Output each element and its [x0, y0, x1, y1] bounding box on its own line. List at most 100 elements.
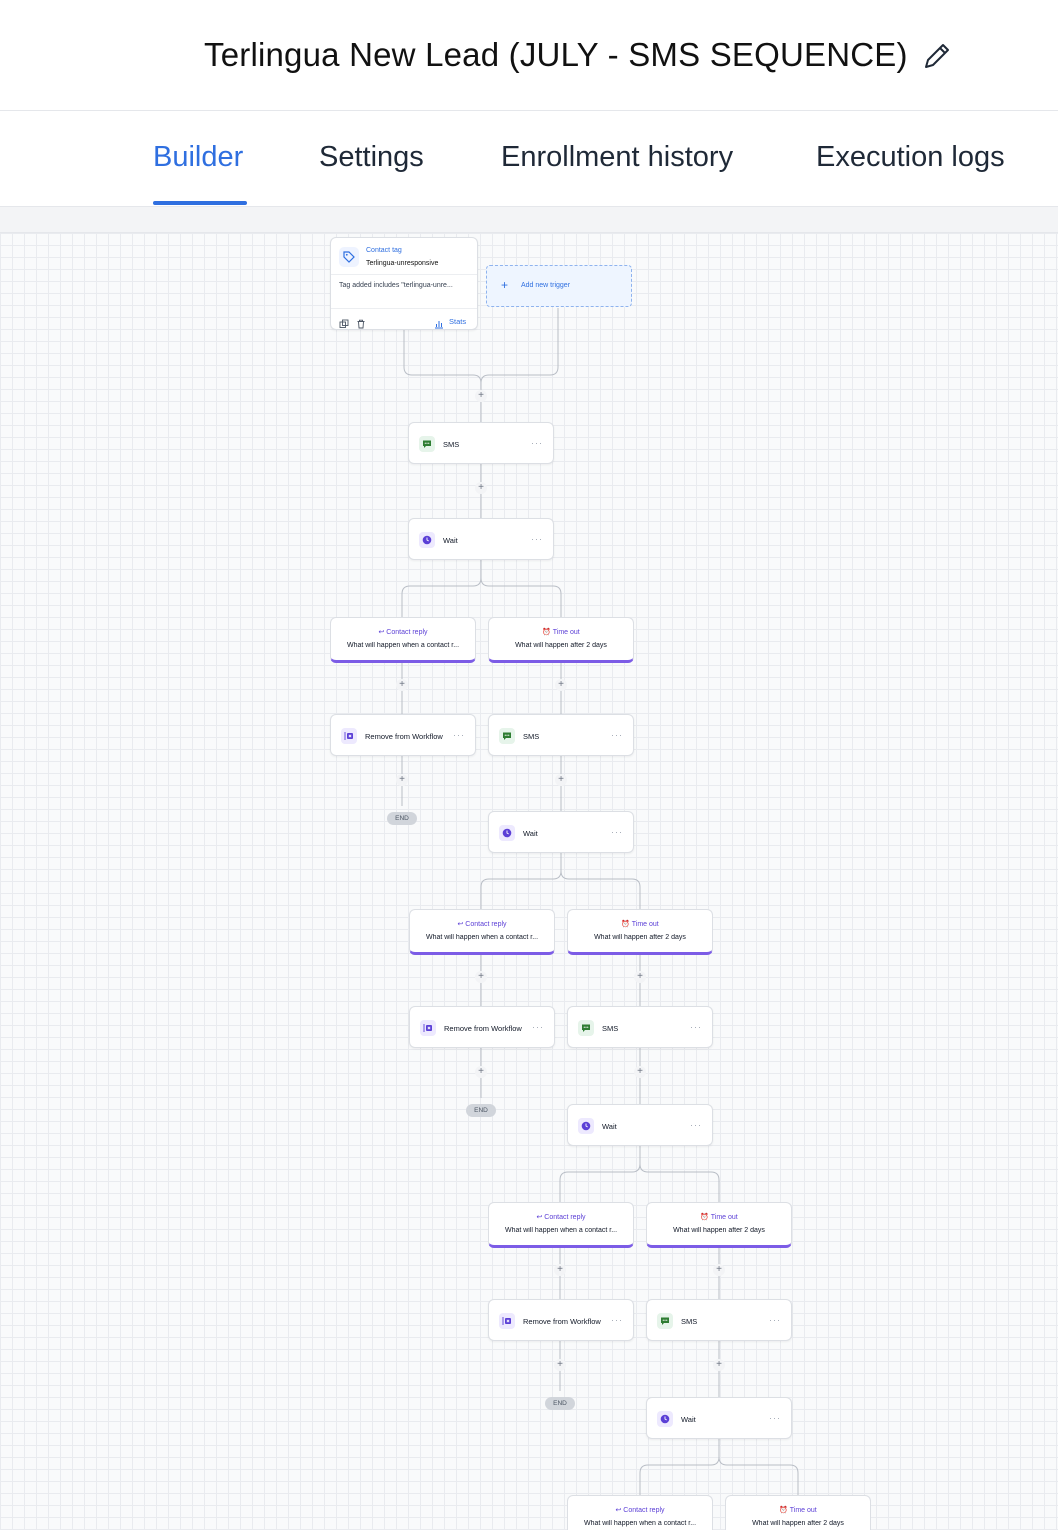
branch-time-out[interactable]: ⏰ Time out What will happen after 2 days: [646, 1202, 792, 1248]
more-options-icon[interactable]: ···: [690, 1120, 702, 1130]
clock-icon: [499, 825, 515, 841]
action-remove-from-workflow[interactable]: Remove from Workflow ···: [330, 714, 476, 756]
branch-title: ↩ Contact reply: [378, 629, 428, 636]
branch-description: What will happen when a contact r...: [583, 1520, 697, 1527]
stats-link[interactable]: Stats: [449, 317, 466, 326]
add-step-plus[interactable]: +: [475, 1066, 487, 1078]
add-step-plus[interactable]: +: [713, 1359, 725, 1371]
end-marker: END: [545, 1397, 575, 1410]
action-sms[interactable]: SMS ···: [646, 1299, 792, 1341]
remove-workflow-icon: [420, 1020, 436, 1036]
alarm-clock-icon: ⏰: [779, 1507, 790, 1514]
alarm-clock-icon: ⏰: [542, 629, 553, 636]
action-sms[interactable]: SMS ···: [567, 1006, 713, 1048]
action-remove-from-workflow[interactable]: Remove from Workflow ···: [488, 1299, 634, 1341]
action-label: Remove from Workflow: [523, 1317, 601, 1326]
trigger-divider-bottom: [331, 308, 477, 309]
action-label: Remove from Workflow: [444, 1024, 522, 1033]
sms-icon: [578, 1020, 594, 1036]
more-options-icon[interactable]: ···: [611, 1315, 623, 1325]
stats-icon[interactable]: [434, 316, 444, 329]
workflow-header: Terlingua New Lead (JULY - SMS SEQUENCE): [0, 0, 1058, 111]
more-options-icon[interactable]: ···: [531, 534, 543, 544]
branch-contact-reply[interactable]: ↩ Contact reply What will happen when a …: [567, 1495, 713, 1530]
more-options-icon[interactable]: ···: [611, 827, 623, 837]
add-trigger-label: Add new trigger: [521, 282, 571, 289]
sms-icon: [657, 1313, 673, 1329]
end-marker: END: [387, 812, 417, 825]
active-tab-indicator: [153, 201, 247, 205]
tag-icon: [339, 247, 359, 267]
remove-workflow-icon: [341, 728, 357, 744]
add-step-plus[interactable]: +: [475, 482, 487, 494]
branch-description: What will happen when a contact r...: [425, 934, 539, 941]
add-step-plus[interactable]: +: [713, 1264, 725, 1276]
branch-title: ↩ Contact reply: [615, 1507, 665, 1514]
add-step-plus[interactable]: +: [634, 1066, 646, 1078]
add-step-plus[interactable]: +: [396, 774, 408, 786]
tab-bar: Builder Settings Enrollment history Exec…: [0, 111, 1058, 207]
tab-execution-logs[interactable]: Execution logs: [816, 141, 1005, 174]
add-step-plus[interactable]: +: [396, 679, 408, 691]
alarm-clock-icon: ⏰: [621, 921, 632, 928]
tab-enrollment-history[interactable]: Enrollment history: [501, 141, 733, 174]
branch-contact-reply[interactable]: ↩ Contact reply What will happen when a …: [409, 909, 555, 955]
more-options-icon[interactable]: ···: [611, 730, 623, 740]
branch-description: What will happen after 2 days: [515, 642, 607, 649]
plus-icon: +: [501, 278, 509, 292]
clock-icon: [657, 1411, 673, 1427]
add-step-plus[interactable]: +: [475, 971, 487, 983]
builder-toolbar: [0, 207, 1058, 233]
more-options-icon[interactable]: ···: [690, 1022, 702, 1032]
trigger-type-label: Contact tag: [366, 247, 402, 254]
tab-builder[interactable]: Builder: [153, 141, 243, 174]
action-wait[interactable]: Wait ···: [408, 518, 554, 560]
pencil-edit-icon[interactable]: [919, 38, 955, 74]
copy-icon[interactable]: [339, 316, 349, 328]
branch-contact-reply[interactable]: ↩ Contact reply What will happen when a …: [330, 617, 476, 663]
sms-icon: [419, 436, 435, 452]
branch-time-out[interactable]: ⏰ Time out What will happen after 2 days: [567, 909, 713, 955]
action-sms[interactable]: SMS ···: [488, 714, 634, 756]
workflow-canvas[interactable]: Contact tag Terlingua-unresponsive Tag a…: [0, 233, 1058, 1530]
action-label: SMS: [602, 1024, 619, 1033]
add-step-plus[interactable]: +: [555, 679, 567, 691]
trigger-card-contact-tag[interactable]: Contact tag Terlingua-unresponsive Tag a…: [330, 237, 478, 330]
action-remove-from-workflow[interactable]: Remove from Workflow ···: [409, 1006, 555, 1048]
add-step-plus[interactable]: +: [555, 774, 567, 786]
delete-icon[interactable]: [356, 316, 366, 329]
alarm-clock-icon: ⏰: [700, 1214, 711, 1221]
action-wait[interactable]: Wait ···: [488, 811, 634, 853]
add-step-plus[interactable]: +: [475, 390, 487, 402]
more-options-icon[interactable]: ···: [769, 1315, 781, 1325]
tab-settings[interactable]: Settings: [319, 141, 424, 174]
action-label: Wait: [602, 1122, 617, 1131]
more-options-icon[interactable]: ···: [532, 1022, 544, 1032]
add-step-plus[interactable]: +: [554, 1359, 566, 1371]
branch-description: What will happen when a contact r...: [346, 642, 460, 649]
remove-workflow-icon: [499, 1313, 515, 1329]
clock-icon: [578, 1118, 594, 1134]
add-step-plus[interactable]: +: [554, 1264, 566, 1276]
more-options-icon[interactable]: ···: [453, 730, 465, 740]
branch-title: ↩ Contact reply: [536, 1214, 586, 1221]
action-label: SMS: [681, 1317, 698, 1326]
sms-icon: [499, 728, 515, 744]
action-wait[interactable]: Wait ···: [567, 1104, 713, 1146]
more-options-icon[interactable]: ···: [531, 438, 543, 448]
end-marker: END: [466, 1104, 496, 1117]
branch-time-out[interactable]: ⏰ Time out What will happen after 2 days: [488, 617, 634, 663]
action-label: SMS: [443, 440, 460, 449]
branch-title: ⏰ Time out: [542, 629, 580, 636]
branch-time-out[interactable]: ⏰ Time out What will happen after 2 days: [725, 1495, 871, 1530]
action-label: SMS: [523, 732, 540, 741]
action-wait[interactable]: Wait ···: [646, 1397, 792, 1439]
trigger-condition: Tag added includes "terlingua-unre...: [339, 282, 453, 289]
branch-contact-reply[interactable]: ↩ Contact reply What will happen when a …: [488, 1202, 634, 1248]
branch-description: What will happen after 2 days: [673, 1227, 765, 1234]
more-options-icon[interactable]: ···: [769, 1413, 781, 1423]
branch-description: What will happen after 2 days: [594, 934, 686, 941]
action-sms[interactable]: SMS ···: [408, 422, 554, 464]
add-new-trigger-button[interactable]: + Add new trigger: [486, 265, 632, 307]
add-step-plus[interactable]: +: [634, 971, 646, 983]
